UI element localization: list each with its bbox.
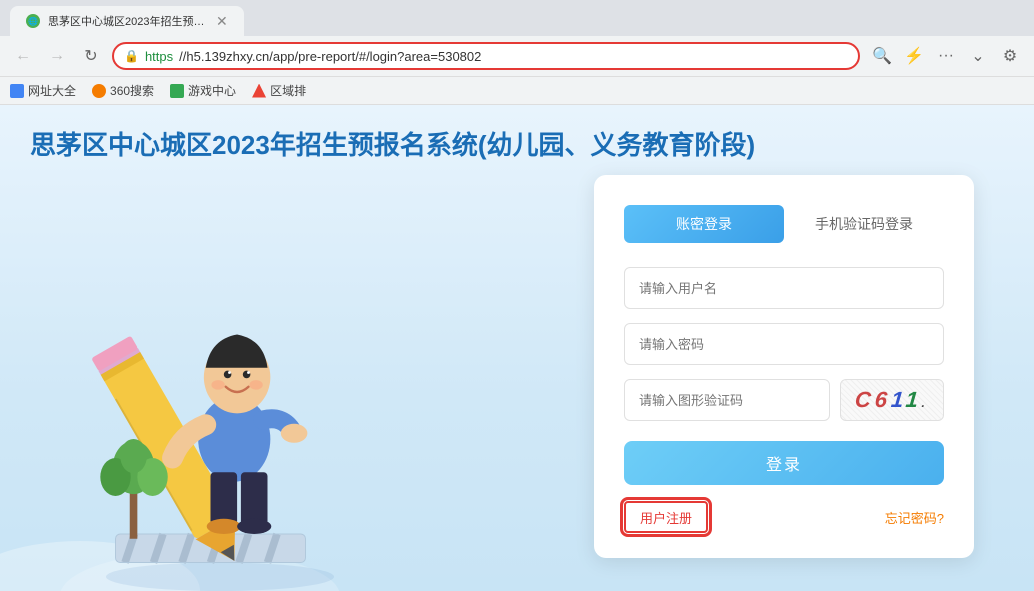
bookmarks-bar: 网址大全 360搜索 游戏中心 区域排 <box>0 76 1034 104</box>
tab-bar: 🌐 思茅区中心城区2023年招生预报名系统(幼儿园、义务教育阶段) ✕ <box>0 0 1034 36</box>
tab-title: 思茅区中心城区2023年招生预报名系统(幼儿园、义务教育阶段) <box>48 13 208 29</box>
extension-button[interactable]: ⚙ <box>996 42 1024 70</box>
bookmark-icon-wangzhi <box>10 84 24 98</box>
forgot-password-link[interactable]: 忘记密码? <box>885 508 944 527</box>
bottom-links: 用户注册 忘记密码? <box>624 501 944 533</box>
secure-icon: 🔒 <box>124 49 139 63</box>
page-content: 思茅区中心城区2023年招生预报名系统(幼儿园、义务教育阶段) <box>0 105 1034 591</box>
bookmark-wangzhi[interactable]: 网址大全 <box>10 82 76 99</box>
page-title: 思茅区中心城区2023年招生预报名系统(幼儿园、义务教育阶段) <box>30 125 1004 162</box>
bookmark-icon-games <box>170 84 184 98</box>
browser-actions: 🔍 ⚡ ··· ⌄ ⚙ <box>868 42 1024 70</box>
bookmark-label-quyu: 区域排 <box>270 82 306 99</box>
tab-phone-login[interactable]: 手机验证码登录 <box>784 205 944 243</box>
captcha-row: C611. <box>624 379 944 421</box>
back-button[interactable]: ← <box>10 43 36 69</box>
bookmark-icon-360 <box>92 84 106 98</box>
register-button[interactable]: 用户注册 <box>624 501 708 533</box>
bookmark-games[interactable]: 游戏中心 <box>170 82 236 99</box>
bookmark-icon-quyu <box>252 84 266 98</box>
bookmark-quyu[interactable]: 区域排 <box>252 82 306 99</box>
forward-button[interactable]: → <box>44 43 70 69</box>
login-tabs: 账密登录 手机验证码登录 <box>624 205 944 243</box>
address-bar-row: ← → ↻ 🔒 https //h5.139zhxy.cn/app/pre-re… <box>0 36 1034 76</box>
tab-close-button[interactable]: ✕ <box>216 13 228 30</box>
tab-favicon: 🌐 <box>26 14 40 28</box>
refresh-button[interactable]: ↻ <box>78 43 104 69</box>
captcha-image[interactable]: C611. <box>840 379 944 421</box>
more-button[interactable]: ··· <box>932 42 960 70</box>
captcha-input[interactable] <box>624 379 830 421</box>
username-input[interactable] <box>624 267 944 309</box>
illustration <box>30 221 430 591</box>
bookmark-label-360: 360搜索 <box>110 82 154 99</box>
login-button[interactable]: 登录 <box>624 441 944 485</box>
address-secure-part: https <box>145 49 173 64</box>
chevron-button[interactable]: ⌄ <box>964 42 992 70</box>
bookmark-360[interactable]: 360搜索 <box>92 82 154 99</box>
address-domain-path: //h5.139zhxy.cn/app/pre-report/#/login?a… <box>179 49 481 64</box>
captcha-text: C611. <box>854 387 931 413</box>
address-bar[interactable]: 🔒 https //h5.139zhxy.cn/app/pre-report/#… <box>112 42 860 70</box>
bookmark-label-games: 游戏中心 <box>188 82 236 99</box>
login-card: 账密登录 手机验证码登录 C611. 登录 用户注册 忘记 <box>594 175 974 558</box>
password-input[interactable] <box>624 323 944 365</box>
search-action-button[interactable]: 🔍 <box>868 42 896 70</box>
lightning-button[interactable]: ⚡ <box>900 42 928 70</box>
browser-tab[interactable]: 🌐 思茅区中心城区2023年招生预报名系统(幼儿园、义务教育阶段) ✕ <box>10 6 244 36</box>
illustration-svg <box>50 211 390 591</box>
tab-password-login[interactable]: 账密登录 <box>624 205 784 243</box>
bookmark-label-wangzhi: 网址大全 <box>28 82 76 99</box>
browser-chrome: 🌐 思茅区中心城区2023年招生预报名系统(幼儿园、义务教育阶段) ✕ ← → … <box>0 0 1034 105</box>
